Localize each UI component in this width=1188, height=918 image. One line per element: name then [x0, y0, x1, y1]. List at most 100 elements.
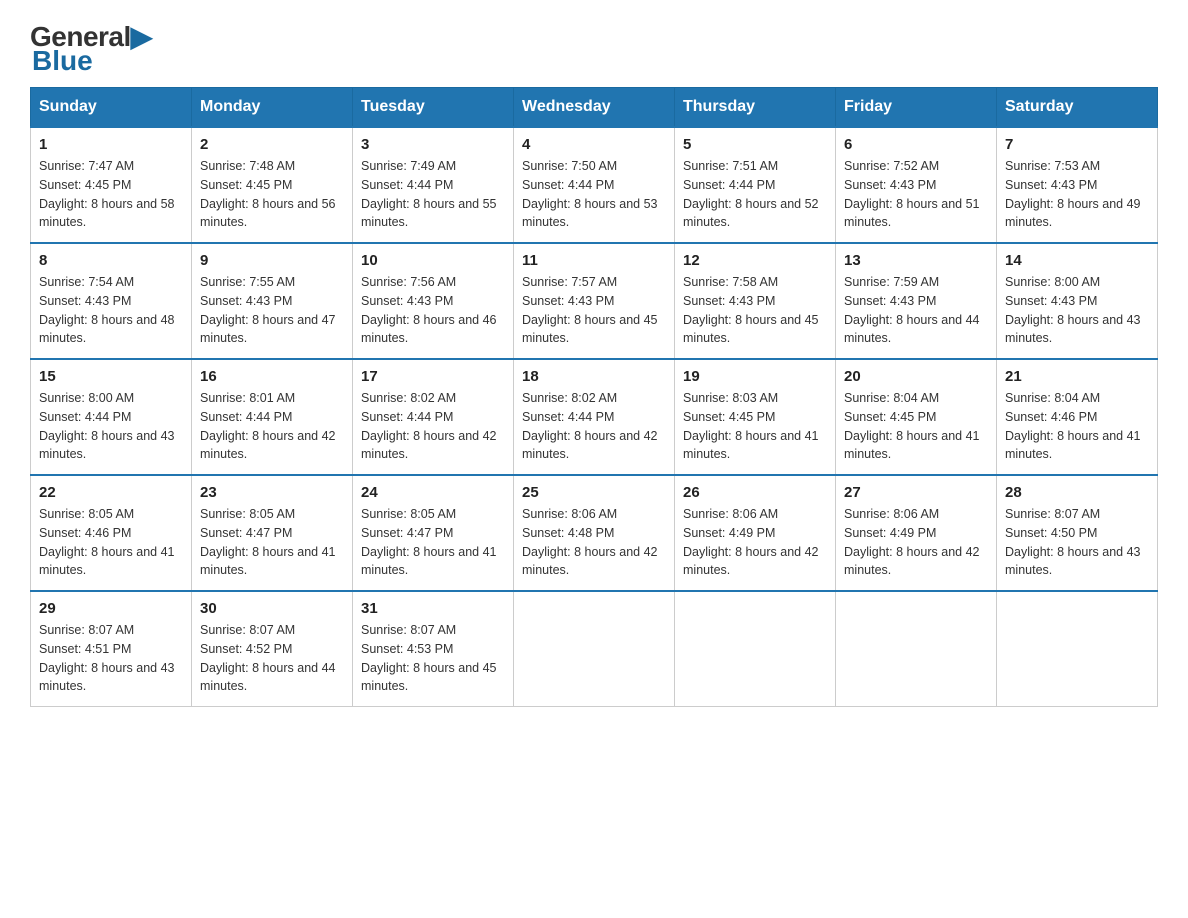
calendar-cell: 22 Sunrise: 8:05 AM Sunset: 4:46 PM Dayl… — [31, 475, 192, 591]
day-number: 4 — [522, 136, 666, 153]
day-info: Sunrise: 7:51 AM Sunset: 4:44 PM Dayligh… — [683, 157, 827, 232]
day-info: Sunrise: 8:06 AM Sunset: 4:49 PM Dayligh… — [844, 505, 988, 580]
calendar-cell: 1 Sunrise: 7:47 AM Sunset: 4:45 PM Dayli… — [31, 127, 192, 243]
logo: General▶ Blue — [30, 20, 152, 77]
calendar-header-sunday: Sunday — [31, 88, 192, 128]
calendar-cell: 25 Sunrise: 8:06 AM Sunset: 4:48 PM Dayl… — [514, 475, 675, 591]
calendar-header-monday: Monday — [192, 88, 353, 128]
calendar-cell: 16 Sunrise: 8:01 AM Sunset: 4:44 PM Dayl… — [192, 359, 353, 475]
day-number: 21 — [1005, 368, 1149, 385]
day-info: Sunrise: 8:04 AM Sunset: 4:46 PM Dayligh… — [1005, 389, 1149, 464]
day-info: Sunrise: 8:06 AM Sunset: 4:48 PM Dayligh… — [522, 505, 666, 580]
day-info: Sunrise: 8:02 AM Sunset: 4:44 PM Dayligh… — [522, 389, 666, 464]
day-info: Sunrise: 7:58 AM Sunset: 4:43 PM Dayligh… — [683, 273, 827, 348]
calendar-cell: 23 Sunrise: 8:05 AM Sunset: 4:47 PM Dayl… — [192, 475, 353, 591]
day-number: 23 — [200, 484, 344, 501]
day-number: 26 — [683, 484, 827, 501]
day-info: Sunrise: 7:55 AM Sunset: 4:43 PM Dayligh… — [200, 273, 344, 348]
calendar-week-row: 15 Sunrise: 8:00 AM Sunset: 4:44 PM Dayl… — [31, 359, 1158, 475]
day-number: 15 — [39, 368, 183, 385]
day-info: Sunrise: 8:07 AM Sunset: 4:53 PM Dayligh… — [361, 621, 505, 696]
day-number: 18 — [522, 368, 666, 385]
day-number: 1 — [39, 136, 183, 153]
day-info: Sunrise: 8:07 AM Sunset: 4:50 PM Dayligh… — [1005, 505, 1149, 580]
day-number: 7 — [1005, 136, 1149, 153]
day-info: Sunrise: 8:05 AM Sunset: 4:47 PM Dayligh… — [361, 505, 505, 580]
calendar-cell: 3 Sunrise: 7:49 AM Sunset: 4:44 PM Dayli… — [353, 127, 514, 243]
day-number: 3 — [361, 136, 505, 153]
day-info: Sunrise: 7:47 AM Sunset: 4:45 PM Dayligh… — [39, 157, 183, 232]
day-info: Sunrise: 7:54 AM Sunset: 4:43 PM Dayligh… — [39, 273, 183, 348]
day-info: Sunrise: 8:07 AM Sunset: 4:51 PM Dayligh… — [39, 621, 183, 696]
calendar-cell: 18 Sunrise: 8:02 AM Sunset: 4:44 PM Dayl… — [514, 359, 675, 475]
day-info: Sunrise: 7:53 AM Sunset: 4:43 PM Dayligh… — [1005, 157, 1149, 232]
calendar-cell: 14 Sunrise: 8:00 AM Sunset: 4:43 PM Dayl… — [997, 243, 1158, 359]
day-number: 28 — [1005, 484, 1149, 501]
calendar-header-saturday: Saturday — [997, 88, 1158, 128]
calendar-header-tuesday: Tuesday — [353, 88, 514, 128]
calendar-cell — [514, 591, 675, 707]
day-info: Sunrise: 7:49 AM Sunset: 4:44 PM Dayligh… — [361, 157, 505, 232]
calendar-cell: 21 Sunrise: 8:04 AM Sunset: 4:46 PM Dayl… — [997, 359, 1158, 475]
day-number: 12 — [683, 252, 827, 269]
calendar-cell: 13 Sunrise: 7:59 AM Sunset: 4:43 PM Dayl… — [836, 243, 997, 359]
calendar-header-wednesday: Wednesday — [514, 88, 675, 128]
calendar-cell: 11 Sunrise: 7:57 AM Sunset: 4:43 PM Dayl… — [514, 243, 675, 359]
calendar-cell: 15 Sunrise: 8:00 AM Sunset: 4:44 PM Dayl… — [31, 359, 192, 475]
calendar-cell: 17 Sunrise: 8:02 AM Sunset: 4:44 PM Dayl… — [353, 359, 514, 475]
day-info: Sunrise: 8:00 AM Sunset: 4:43 PM Dayligh… — [1005, 273, 1149, 348]
day-number: 11 — [522, 252, 666, 269]
page-header: General▶ Blue — [30, 20, 1158, 77]
day-number: 22 — [39, 484, 183, 501]
day-number: 24 — [361, 484, 505, 501]
calendar-cell: 7 Sunrise: 7:53 AM Sunset: 4:43 PM Dayli… — [997, 127, 1158, 243]
day-number: 5 — [683, 136, 827, 153]
day-number: 29 — [39, 600, 183, 617]
calendar-cell — [675, 591, 836, 707]
day-info: Sunrise: 8:05 AM Sunset: 4:46 PM Dayligh… — [39, 505, 183, 580]
calendar-week-row: 1 Sunrise: 7:47 AM Sunset: 4:45 PM Dayli… — [31, 127, 1158, 243]
calendar-cell: 9 Sunrise: 7:55 AM Sunset: 4:43 PM Dayli… — [192, 243, 353, 359]
day-number: 8 — [39, 252, 183, 269]
calendar-cell: 26 Sunrise: 8:06 AM Sunset: 4:49 PM Dayl… — [675, 475, 836, 591]
day-info: Sunrise: 8:03 AM Sunset: 4:45 PM Dayligh… — [683, 389, 827, 464]
logo-blue-text: Blue — [30, 45, 93, 77]
day-info: Sunrise: 7:50 AM Sunset: 4:44 PM Dayligh… — [522, 157, 666, 232]
calendar-cell: 27 Sunrise: 8:06 AM Sunset: 4:49 PM Dayl… — [836, 475, 997, 591]
day-info: Sunrise: 8:06 AM Sunset: 4:49 PM Dayligh… — [683, 505, 827, 580]
calendar-week-row: 22 Sunrise: 8:05 AM Sunset: 4:46 PM Dayl… — [31, 475, 1158, 591]
calendar-cell — [836, 591, 997, 707]
day-info: Sunrise: 8:01 AM Sunset: 4:44 PM Dayligh… — [200, 389, 344, 464]
calendar-cell: 28 Sunrise: 8:07 AM Sunset: 4:50 PM Dayl… — [997, 475, 1158, 591]
day-info: Sunrise: 8:00 AM Sunset: 4:44 PM Dayligh… — [39, 389, 183, 464]
day-info: Sunrise: 8:07 AM Sunset: 4:52 PM Dayligh… — [200, 621, 344, 696]
day-info: Sunrise: 7:57 AM Sunset: 4:43 PM Dayligh… — [522, 273, 666, 348]
calendar-table: SundayMondayTuesdayWednesdayThursdayFrid… — [30, 87, 1158, 707]
day-number: 2 — [200, 136, 344, 153]
day-info: Sunrise: 8:04 AM Sunset: 4:45 PM Dayligh… — [844, 389, 988, 464]
day-number: 6 — [844, 136, 988, 153]
day-info: Sunrise: 7:48 AM Sunset: 4:45 PM Dayligh… — [200, 157, 344, 232]
day-number: 13 — [844, 252, 988, 269]
calendar-cell: 6 Sunrise: 7:52 AM Sunset: 4:43 PM Dayli… — [836, 127, 997, 243]
day-number: 30 — [200, 600, 344, 617]
day-info: Sunrise: 8:02 AM Sunset: 4:44 PM Dayligh… — [361, 389, 505, 464]
calendar-header-friday: Friday — [836, 88, 997, 128]
calendar-cell: 29 Sunrise: 8:07 AM Sunset: 4:51 PM Dayl… — [31, 591, 192, 707]
day-number: 20 — [844, 368, 988, 385]
calendar-header-thursday: Thursday — [675, 88, 836, 128]
calendar-cell: 12 Sunrise: 7:58 AM Sunset: 4:43 PM Dayl… — [675, 243, 836, 359]
day-number: 16 — [200, 368, 344, 385]
calendar-cell: 2 Sunrise: 7:48 AM Sunset: 4:45 PM Dayli… — [192, 127, 353, 243]
day-number: 19 — [683, 368, 827, 385]
calendar-week-row: 29 Sunrise: 8:07 AM Sunset: 4:51 PM Dayl… — [31, 591, 1158, 707]
calendar-cell: 19 Sunrise: 8:03 AM Sunset: 4:45 PM Dayl… — [675, 359, 836, 475]
day-number: 10 — [361, 252, 505, 269]
calendar-cell: 5 Sunrise: 7:51 AM Sunset: 4:44 PM Dayli… — [675, 127, 836, 243]
day-info: Sunrise: 7:59 AM Sunset: 4:43 PM Dayligh… — [844, 273, 988, 348]
calendar-cell: 30 Sunrise: 8:07 AM Sunset: 4:52 PM Dayl… — [192, 591, 353, 707]
calendar-cell: 4 Sunrise: 7:50 AM Sunset: 4:44 PM Dayli… — [514, 127, 675, 243]
day-number: 9 — [200, 252, 344, 269]
day-number: 31 — [361, 600, 505, 617]
calendar-header-row: SundayMondayTuesdayWednesdayThursdayFrid… — [31, 88, 1158, 128]
